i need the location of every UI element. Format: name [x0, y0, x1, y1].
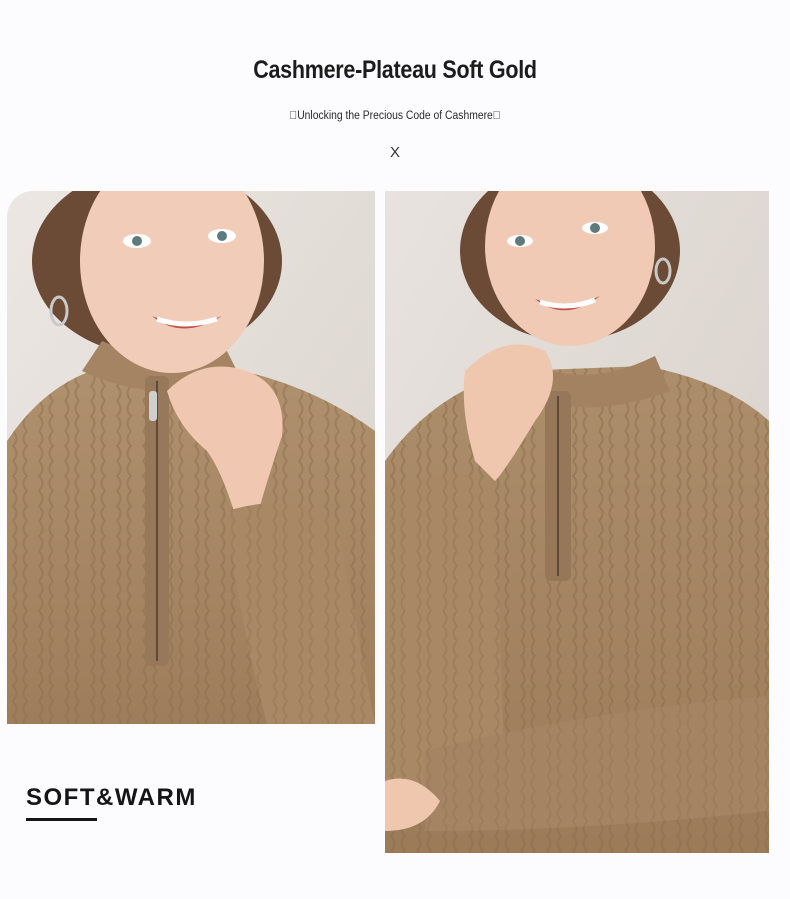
product-photo-right	[385, 191, 769, 853]
tagline-underline	[26, 818, 97, 821]
model-illustration-right	[385, 191, 769, 853]
product-photo-left	[7, 191, 375, 724]
page-subtitle:  Unlocking the Precious Code of Cashmere…	[289, 110, 501, 122]
tagline: SOFT&WARM	[26, 784, 197, 811]
model-illustration-left	[7, 191, 375, 724]
page-title: Cashmere-Plateau Soft Gold	[253, 56, 537, 84]
separator-mark: X	[389, 144, 400, 161]
